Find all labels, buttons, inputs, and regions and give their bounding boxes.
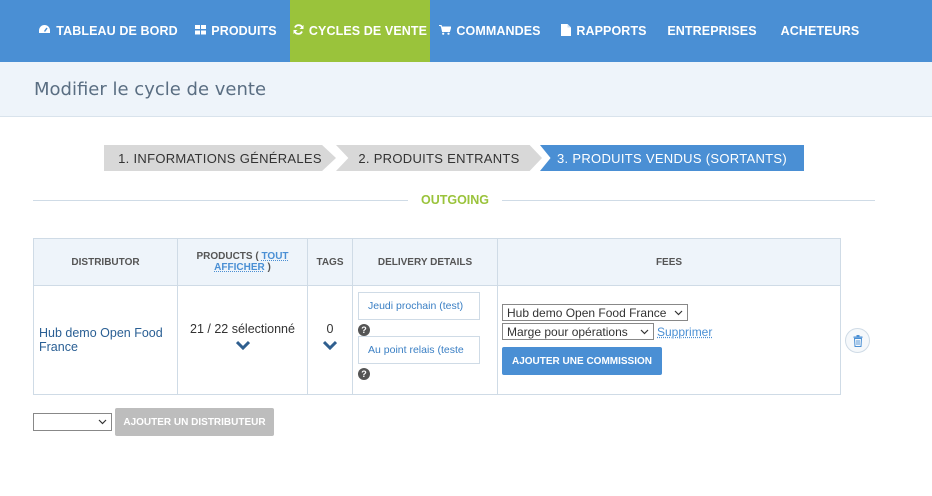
wizard-step-outgoing-products[interactable]: 3. PRODUITS VENDUS (SORTANTS)	[540, 145, 804, 171]
dashboard-icon	[38, 24, 51, 38]
chevron-down-icon	[674, 310, 683, 315]
wizard-step-incoming-products[interactable]: 2. PRODUITS ENTRANTS	[336, 145, 542, 171]
chevron-down-icon	[98, 419, 107, 425]
table-header-row: DISTRIBUTOR PRODUCTS ( TOUT AFFICHER ) T…	[33, 238, 841, 286]
nav-tableau-de-bord[interactable]: TABLEAU DE BORD	[33, 0, 183, 62]
divider-line	[502, 200, 875, 201]
wizard-step-general-info[interactable]: 1. INFORMATIONS GÉNÉRALES	[104, 145, 336, 171]
fees-cell: Hub demo Open Food France Marge pour opé…	[497, 285, 841, 395]
fee-enterprise-select[interactable]: Hub demo Open Food France	[502, 304, 688, 321]
nav-commandes[interactable]: COMMANDES	[434, 0, 546, 62]
nav-label: CYCLES DE VENTE	[308, 24, 428, 38]
refresh-icon	[293, 24, 304, 38]
chevron-down-icon	[640, 329, 649, 334]
nav-label: ACHETEURS	[780, 24, 860, 38]
nav-label: TABLEAU DE BORD	[56, 24, 178, 38]
distributor-cell: Hub demo Open Food France	[33, 285, 178, 395]
nav-cycles-de-vente[interactable]: CYCLES DE VENTE	[290, 0, 430, 69]
file-icon	[561, 23, 572, 39]
column-header-delivery: DELIVERY DETAILS	[352, 238, 498, 286]
delivery-cell: Jeudi prochain (test) ? Au point relais …	[352, 285, 498, 395]
remove-fee-link[interactable]: Supprimer	[657, 325, 712, 339]
fee-name-value: Marge pour opérations	[507, 324, 628, 339]
pickup-time-input[interactable]: Jeudi prochain (test)	[358, 292, 480, 320]
nav-entreprises[interactable]: ENTREPRISES	[662, 0, 762, 62]
pickup-instructions-input[interactable]: Au point relais (teste	[358, 336, 480, 364]
products-header-prefix: PRODUCTS (	[196, 251, 259, 262]
nav-label: ENTREPRISES	[667, 24, 757, 38]
tags-cell[interactable]: 0	[307, 285, 353, 395]
help-icon[interactable]: ?	[358, 368, 370, 380]
products-count: 21 / 22 sélectionné	[190, 322, 295, 336]
column-header-products: PRODUCTS ( TOUT AFFICHER )	[177, 238, 308, 286]
divider-line	[33, 200, 408, 201]
table-row: Hub demo Open Food France 21 / 22 sélect…	[33, 285, 841, 395]
page-header: Modifier le cycle de vente	[0, 62, 932, 117]
column-header-fees: FEES	[497, 238, 841, 286]
trash-icon	[853, 334, 862, 347]
nav-produits[interactable]: PRODUITS	[186, 0, 286, 62]
column-header-tags: TAGS	[307, 238, 353, 286]
fee-enterprise-value: Hub demo Open Food France	[507, 305, 667, 320]
add-distributor-button[interactable]: AJOUTER UN DISTRIBUTEUR	[115, 408, 274, 436]
page-title: Modifier le cycle de vente	[34, 79, 267, 100]
add-fee-button[interactable]: AJOUTER UNE COMMISSION	[502, 347, 662, 375]
nav-label: COMMANDES	[456, 24, 541, 38]
distributor-select[interactable]	[33, 413, 112, 431]
nav-label: PRODUITS	[211, 24, 277, 38]
column-header-distributor: DISTRIBUTOR	[33, 238, 178, 286]
cart-icon	[439, 24, 452, 38]
chevron-down-icon[interactable]	[235, 340, 250, 350]
nav-label: RAPPORTS	[576, 24, 647, 38]
tags-count: 0	[326, 322, 334, 336]
top-navigation: TABLEAU DE BORD PRODUITS CYCLES DE VENTE…	[0, 0, 932, 69]
chevron-down-icon[interactable]	[323, 340, 337, 350]
nav-acheteurs[interactable]: ACHETEURS	[772, 0, 868, 62]
grid-icon	[195, 24, 207, 38]
distributor-name: Hub demo Open Food France	[39, 326, 163, 354]
delete-row-button[interactable]	[845, 328, 870, 353]
nav-rapports[interactable]: RAPPORTS	[556, 0, 652, 62]
products-header-suffix: )	[267, 262, 271, 273]
products-cell[interactable]: 21 / 22 sélectionné	[177, 285, 308, 395]
fee-name-select[interactable]: Marge pour opérations	[502, 323, 654, 340]
section-title: OUTGOING	[420, 193, 490, 207]
help-icon[interactable]: ?	[358, 324, 370, 336]
outgoing-exchanges-table: DISTRIBUTOR PRODUCTS ( TOUT AFFICHER ) T…	[33, 238, 841, 395]
